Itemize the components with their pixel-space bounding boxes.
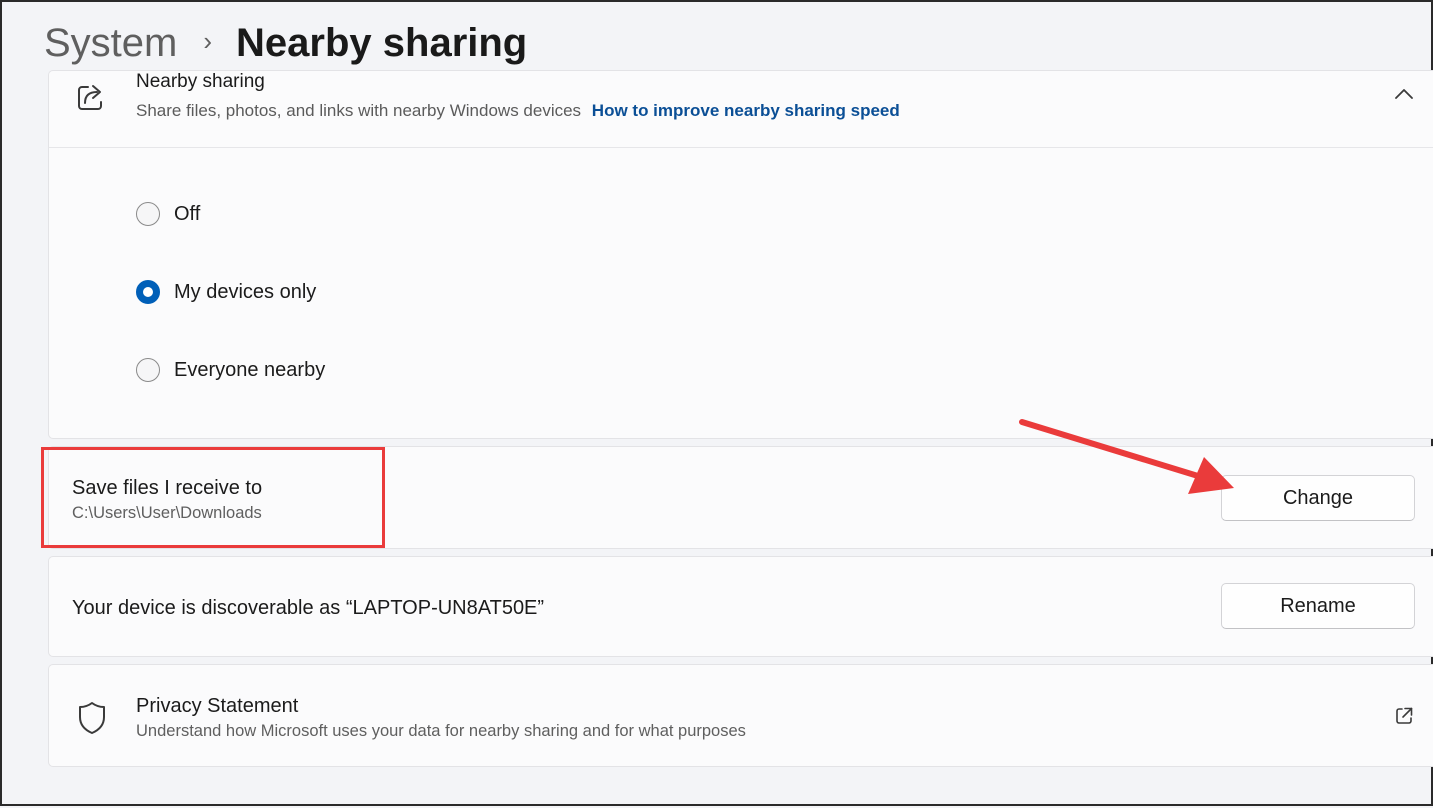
- radio-off-label: Off: [174, 202, 201, 225]
- change-button[interactable]: Change: [1221, 475, 1415, 521]
- radio-everyone-indicator[interactable]: [136, 358, 160, 382]
- save-location-card: Save files I receive to C:\Users\User\Do…: [48, 446, 1433, 549]
- radio-option-off[interactable]: Off: [136, 202, 200, 226]
- nearby-sharing-description-row: Share files, photos, and links with near…: [136, 101, 900, 121]
- page-title: Nearby sharing: [236, 21, 528, 65]
- save-location-title: Save files I receive to: [72, 477, 263, 499]
- device-name-card: Your device is discoverable as “LAPTOP-U…: [48, 556, 1433, 657]
- breadcrumb: System › Nearby sharing: [44, 16, 1424, 70]
- breadcrumb-system[interactable]: System: [44, 16, 177, 70]
- breadcrumb-separator-icon: ›: [203, 26, 213, 56]
- improve-speed-link[interactable]: How to improve nearby sharing speed: [592, 101, 900, 120]
- chevron-up-icon[interactable]: [1394, 87, 1414, 101]
- save-location-path: C:\Users\User\Downloads: [72, 504, 262, 522]
- external-link-icon[interactable]: [1394, 706, 1414, 726]
- privacy-statement-title: Privacy Statement: [136, 695, 299, 717]
- shield-icon: [79, 702, 105, 734]
- sharing-options-panel: Off My devices only Everyone nearby: [48, 148, 1433, 439]
- device-discoverable-text: Your device is discoverable as “LAPTOP-U…: [72, 597, 545, 619]
- privacy-statement-description: Understand how Microsoft uses your data …: [136, 722, 746, 740]
- radio-off-indicator[interactable]: [136, 202, 160, 226]
- nearby-sharing-description: Share files, photos, and links with near…: [136, 101, 582, 120]
- nearby-sharing-header-card[interactable]: Nearby sharing Share files, photos, and …: [48, 70, 1433, 148]
- privacy-statement-card[interactable]: Privacy Statement Understand how Microso…: [48, 664, 1433, 767]
- radio-option-everyone[interactable]: Everyone nearby: [136, 358, 325, 382]
- share-icon: [78, 85, 102, 110]
- radio-my-devices-label: My devices only: [174, 280, 317, 303]
- nearby-sharing-title: Nearby sharing: [136, 71, 265, 92]
- radio-option-my-devices[interactable]: My devices only: [136, 280, 316, 304]
- radio-everyone-label: Everyone nearby: [174, 358, 326, 381]
- rename-button[interactable]: Rename: [1221, 583, 1415, 629]
- radio-my-devices-indicator[interactable]: [136, 280, 160, 304]
